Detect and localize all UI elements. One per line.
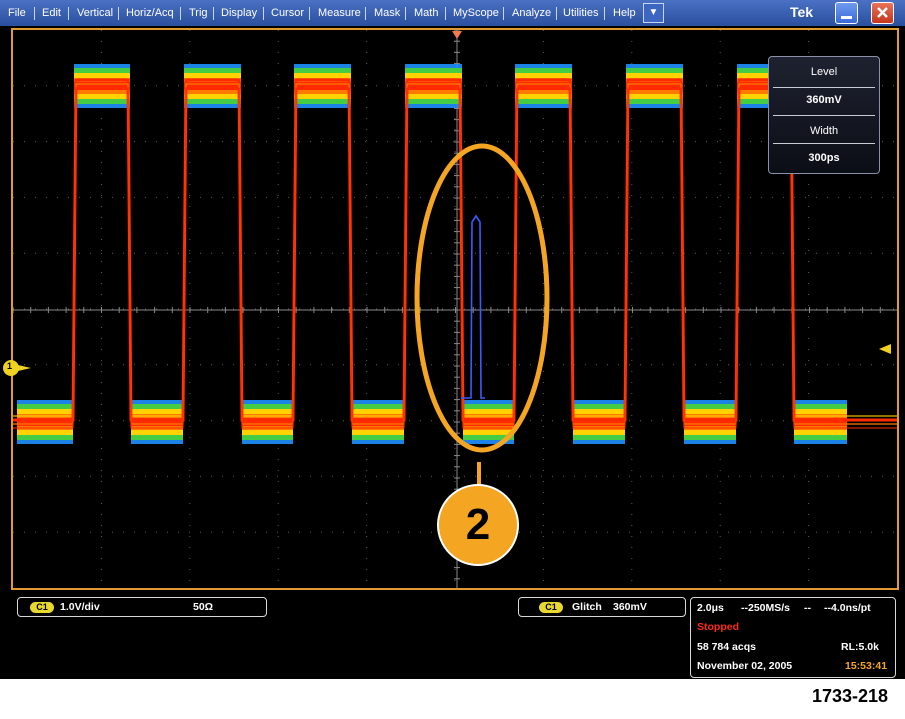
menu-dropdown-button[interactable]: ▼ [643, 3, 664, 23]
menu-separator [365, 7, 366, 20]
trigger-level-panel[interactable]: Level 360mV Width 300ps [768, 56, 880, 174]
waveform-high-band [184, 82, 241, 90]
menu-analyze[interactable]: Analyze [512, 6, 551, 20]
close-icon [877, 7, 888, 18]
minimize-button[interactable] [835, 2, 858, 24]
divider [773, 115, 875, 116]
channel-1-readout[interactable]: C1 1.0V/div 50Ω [17, 597, 267, 617]
menu-separator [263, 7, 264, 20]
width-label: Width [809, 125, 839, 137]
menu-horiz-acq[interactable]: Horiz/Acq [126, 6, 174, 20]
channel-marker-icon [3, 360, 31, 376]
menu-display[interactable]: Display [221, 6, 257, 20]
close-button[interactable] [871, 2, 894, 24]
trigger-position-icon [452, 31, 462, 39]
acquisition-readout[interactable]: 2.0μs --250MS/s -- --4.0ns/pt Stopped 58… [690, 597, 896, 678]
menu-help[interactable]: Help [613, 6, 636, 20]
tek-logo: Tek [790, 4, 814, 20]
waveform-high-band [405, 82, 462, 90]
callout-number: 2 [437, 484, 519, 566]
trigger-type: Glitch [572, 601, 602, 613]
menu-separator [309, 7, 310, 20]
width-value[interactable]: 300ps [769, 152, 879, 164]
oscilloscope-app: File Edit Vertical Horiz/Acq Trig Displa… [0, 0, 905, 679]
menu-separator [445, 7, 446, 20]
menu-math[interactable]: Math [414, 6, 438, 20]
menu-separator [503, 7, 504, 20]
menu-separator [213, 7, 214, 20]
trigger-source-badge: C1 [539, 602, 563, 613]
figure-id: 1733-218 [812, 686, 889, 706]
trigger-arrow-icon [879, 344, 891, 354]
menu-myscope[interactable]: MyScope [453, 6, 499, 20]
record-length: RL:5.0k [841, 641, 879, 653]
resolution-value: --4.0ns/pt [824, 602, 871, 614]
acquisition-time: 15:53:41 [845, 660, 888, 672]
divider [773, 143, 875, 144]
minimize-icon [841, 16, 852, 19]
menu-separator [405, 7, 406, 20]
acquisition-date: November 02, 2005 [697, 660, 793, 672]
menu-separator [556, 7, 557, 20]
menu-cursor[interactable]: Cursor [271, 6, 304, 20]
waveform-high-band [294, 82, 351, 90]
menu-separator [180, 7, 181, 20]
vertical-scale: 1.0V/div [60, 601, 100, 613]
chevron-down-icon: ▼ [648, 7, 659, 18]
divider [773, 87, 875, 88]
waveform-high-band [74, 82, 130, 90]
menu-separator [68, 7, 69, 20]
menu-utilities[interactable]: Utilities [563, 6, 598, 20]
channel-marker-label: 1 [7, 361, 13, 371]
readout-separator: -- [804, 602, 811, 614]
channel-1-ground-marker[interactable]: 1 [1, 357, 33, 384]
sample-rate-value: --250MS/s [741, 602, 791, 614]
trigger-readout[interactable]: C1 Glitch 360mV [518, 597, 686, 617]
acquisition-status: Stopped [697, 621, 739, 633]
menu-measure[interactable]: Measure [318, 6, 361, 20]
trigger-level-marker[interactable] [879, 342, 895, 360]
timebase-value: 2.0μs [697, 602, 724, 614]
acquisition-count: 58 784 acqs [697, 641, 756, 653]
menu-bar: File Edit Vertical Horiz/Acq Trig Displa… [0, 0, 905, 26]
input-impedance: 50Ω [193, 601, 214, 613]
menu-file[interactable]: File [8, 6, 26, 20]
waveform-high-band [626, 82, 683, 90]
waveform-high-band [515, 82, 572, 90]
menu-separator [118, 7, 119, 20]
menu-vertical[interactable]: Vertical [77, 6, 113, 20]
menu-edit[interactable]: Edit [42, 6, 61, 20]
callout-stem [477, 462, 481, 486]
trigger-position-marker[interactable] [452, 28, 462, 46]
menu-mask[interactable]: Mask [374, 6, 400, 20]
menu-trig[interactable]: Trig [189, 6, 208, 20]
channel-badge: C1 [30, 602, 54, 613]
level-label: Level [810, 66, 838, 78]
trigger-level-value: 360mV [613, 601, 647, 613]
level-value[interactable]: 360mV [769, 94, 879, 106]
menu-separator [34, 7, 35, 20]
menu-separator [604, 7, 605, 20]
